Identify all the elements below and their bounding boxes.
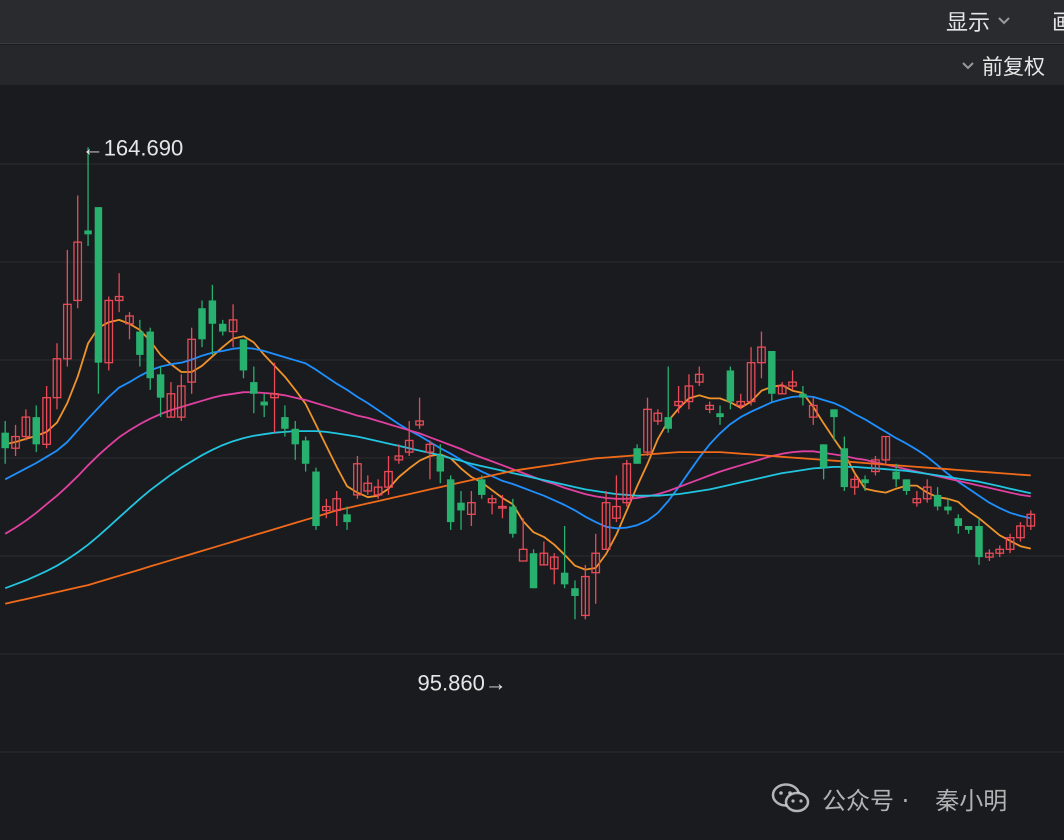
chevron-down-icon	[996, 13, 1012, 29]
candle-body	[301, 440, 310, 464]
candle-body	[156, 374, 165, 398]
candle-body	[478, 479, 486, 495]
chevron-down-icon	[960, 58, 976, 74]
candle-body	[633, 448, 641, 464]
top-toolbar: 显示 画	[0, 0, 1064, 44]
candle-body	[250, 382, 258, 394]
candle-body	[1, 432, 9, 449]
candle-body	[146, 331, 154, 379]
cut-menu[interactable]: 画	[1052, 5, 1064, 37]
candle-body	[954, 518, 963, 526]
candle-body	[436, 456, 445, 472]
display-label: 显示	[946, 11, 991, 36]
candle-body	[819, 444, 828, 468]
candle-body	[457, 502, 465, 511]
candle-body	[571, 588, 579, 596]
adjust-menu[interactable]: 前复权	[960, 51, 1045, 81]
candle-body	[136, 331, 144, 355]
sub-toolbar: 前复权	[0, 45, 1064, 85]
candle-body	[198, 308, 206, 340]
candle-body	[509, 506, 517, 534]
candle-body	[219, 323, 227, 332]
candle-body	[84, 230, 92, 235]
candle-body	[716, 413, 724, 418]
candle-body	[975, 526, 983, 558]
candle-body	[964, 526, 973, 530]
candle-body	[892, 471, 900, 480]
candle-body	[840, 448, 849, 488]
candle-body	[529, 553, 538, 589]
candle-body	[32, 417, 40, 445]
candle-body	[94, 207, 103, 363]
adjust-label: 前复权	[982, 55, 1045, 79]
candle-body	[933, 494, 942, 507]
candle-body	[291, 428, 299, 445]
candle-body	[560, 572, 569, 585]
candle-body	[902, 479, 911, 491]
candle-body	[208, 300, 217, 324]
candle-body	[281, 417, 289, 429]
price-annotation: 95.860→	[418, 671, 507, 696]
candle-body	[518, 548, 528, 562]
cut-label: 画	[1052, 11, 1064, 36]
display-menu[interactable]: 显示	[946, 5, 1012, 37]
ma-line	[5, 318, 1032, 571]
candle-body	[664, 417, 672, 429]
candle-body	[343, 514, 351, 523]
candle-body	[726, 370, 735, 402]
candle-body	[768, 351, 776, 394]
candlestick-chart[interactable]: ←164.690 95.860→	[0, 86, 1064, 840]
candle-body	[239, 339, 248, 371]
candle-body	[799, 393, 807, 398]
candle-body	[260, 401, 268, 406]
candle-body	[861, 479, 869, 484]
price-annotation: ←164.690	[82, 135, 184, 160]
candle-body	[312, 471, 320, 526]
candle-body	[446, 479, 455, 523]
candle-body	[830, 409, 838, 418]
candle-body	[944, 506, 952, 511]
